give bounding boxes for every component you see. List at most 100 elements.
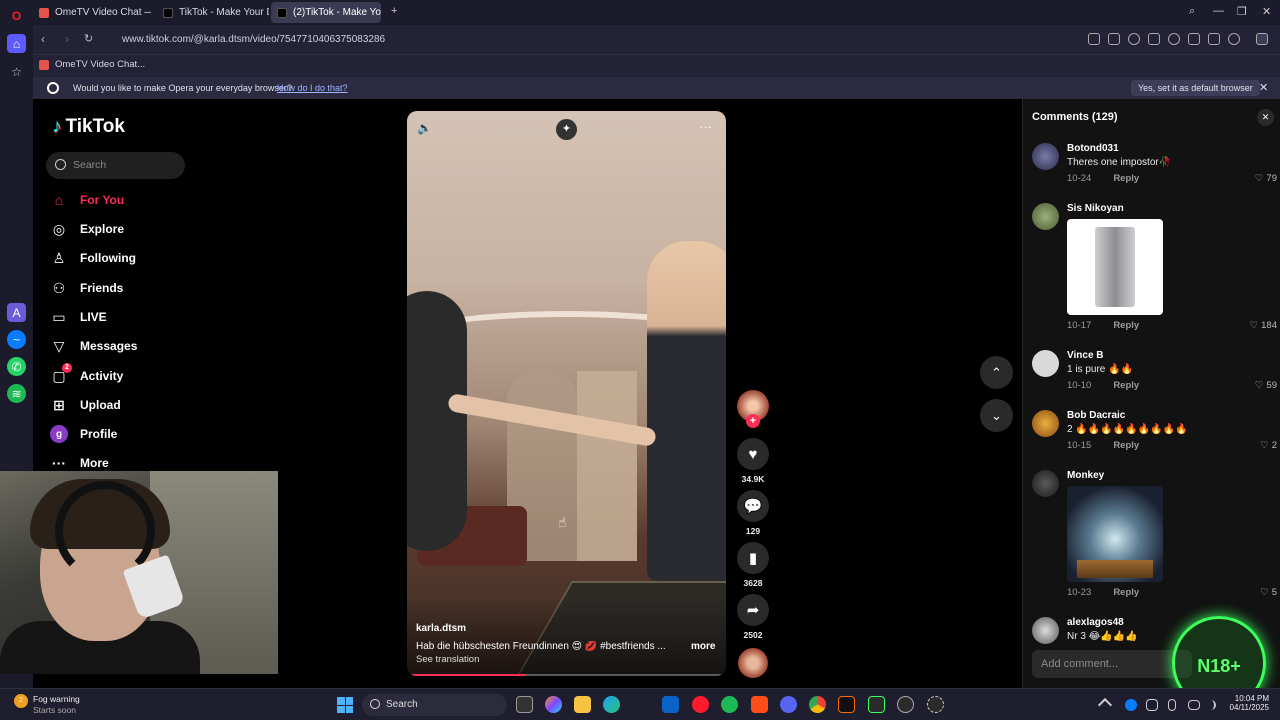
previous-video-button[interactable]: ⌃ (980, 356, 1013, 389)
comment-like-button[interactable]: ♡ 184 (1250, 320, 1277, 331)
reply-button[interactable]: Reply (1113, 173, 1139, 184)
save-button[interactable]: ▮ 3628 (737, 542, 769, 588)
copilot-icon[interactable] (545, 696, 562, 713)
effect-icon[interactable]: ✦ (556, 119, 577, 140)
weather-widget[interactable]: 2 Fog warning Starts soon (14, 694, 80, 715)
play-icon[interactable] (1148, 33, 1160, 45)
clock[interactable]: 10:04 PM 04/11/2025 (1224, 694, 1269, 712)
tab-ometv[interactable]: OmeTV Video Chat — Om (33, 2, 151, 23)
comment-username[interactable]: Botond031 (1067, 143, 1119, 154)
infobar-help-link[interactable]: How do I do that? (277, 83, 348, 93)
comment-like-button[interactable]: ♡ 5 (1260, 587, 1277, 598)
volume-icon[interactable]: 🔈 (417, 121, 432, 135)
reply-button[interactable]: Reply (1113, 320, 1139, 331)
refrigerator-image[interactable] (1067, 219, 1163, 315)
tab-tiktok-active[interactable]: (2)TikTok - Make Your (271, 2, 381, 23)
nav-for-you[interactable]: ⌂ For You (50, 189, 124, 211)
avatar[interactable] (1032, 410, 1059, 437)
shield-icon[interactable] (1128, 33, 1140, 45)
comment-like-button[interactable]: ♡ 79 (1255, 173, 1277, 184)
nav-following[interactable]: ♙ Following (50, 247, 136, 269)
nav-live[interactable]: ▭ LIVE (50, 306, 106, 328)
outlook-icon[interactable] (662, 696, 679, 713)
music-disc-icon[interactable] (738, 648, 768, 678)
add-comment-input[interactable]: Add comment... (1032, 650, 1192, 678)
url-field[interactable]: www.tiktok.com/@karla.dtsm/video/7547710… (122, 34, 385, 45)
follow-plus-icon[interactable]: + (746, 414, 760, 428)
nav-upload[interactable]: ⊞ Upload (50, 394, 121, 416)
nav-activity[interactable]: ▢ 2 Activity (50, 363, 123, 387)
reload-button[interactable]: ↻ (84, 32, 93, 45)
video-author[interactable]: karla.dtsm (416, 623, 466, 634)
tiktok-logo[interactable]: ♪ TikTok (52, 116, 125, 138)
new-tab-button[interactable]: + (391, 5, 397, 17)
avatar[interactable] (1032, 143, 1059, 170)
nav-messages[interactable]: ▽ Messages (50, 335, 138, 357)
close-icon[interactable]: ✕ (1259, 81, 1268, 94)
microphone-icon[interactable] (1168, 699, 1176, 711)
video-player[interactable]: 🔈 ✦ ··· ☝ karla.dtsm Hab die hübschesten… (407, 111, 726, 676)
whatsapp-icon[interactable]: ✆ (7, 357, 26, 376)
comment-username[interactable]: Vince B (1067, 350, 1104, 361)
opera-icon[interactable] (692, 696, 709, 713)
network-icon[interactable] (1188, 700, 1200, 710)
heart-icon[interactable] (1168, 33, 1180, 45)
profile-icon[interactable] (1228, 33, 1240, 45)
comment-username[interactable]: Sis Nikoyan (1067, 203, 1124, 214)
comment-button[interactable]: 💬 129 (737, 490, 769, 536)
comment-username[interactable]: Monkey (1067, 470, 1104, 481)
video-progress-bar[interactable] (407, 674, 726, 676)
extensions-icon[interactable] (1256, 33, 1268, 45)
settings-icon[interactable] (927, 696, 944, 713)
set-default-button[interactable]: Yes, set it as default browser (1131, 80, 1260, 96)
spotify-icon[interactable] (721, 696, 738, 713)
more-options-icon[interactable]: ··· (699, 119, 712, 134)
task-view-icon[interactable] (516, 696, 533, 713)
spotify-icon[interactable]: ≋ (7, 384, 26, 403)
windows-start-icon[interactable] (337, 697, 353, 713)
file-explorer-icon[interactable] (574, 696, 591, 713)
edit-icon[interactable] (1088, 33, 1100, 45)
minimize-button[interactable]: — (1213, 5, 1224, 17)
chevron-up-icon[interactable] (1097, 697, 1113, 713)
taskbar-search-input[interactable]: Search (362, 694, 507, 716)
nav-profile[interactable]: g Profile (50, 423, 117, 445)
reply-button[interactable]: Reply (1113, 587, 1139, 598)
tab-tiktok[interactable]: TikTok - Make Your Day (157, 2, 269, 23)
opera-logo-icon[interactable]: O (7, 6, 26, 25)
comment-username[interactable]: alexlagos48 (1067, 617, 1124, 628)
chrome-icon[interactable] (809, 696, 826, 713)
aria-icon[interactable]: A (7, 303, 26, 322)
search-tabs-icon[interactable]: ⌕ (1189, 5, 1195, 18)
share-button[interactable]: ➦ 2502 (737, 594, 769, 640)
app-icon[interactable] (751, 696, 768, 713)
tray-app-icon[interactable] (1146, 699, 1158, 711)
volume-icon[interactable] (1206, 700, 1216, 710)
comment-like-button[interactable]: ♡ 59 (1255, 380, 1277, 391)
menu-icon[interactable] (1208, 33, 1220, 45)
star-icon[interactable]: ☆ (7, 62, 26, 81)
tray-app-icon[interactable] (1125, 699, 1137, 711)
caption-more-button[interactable]: more (691, 641, 715, 652)
reply-button[interactable]: Reply (1113, 380, 1139, 391)
camera-icon[interactable] (1108, 33, 1120, 45)
nav-friends[interactable]: ⚇ Friends (50, 277, 124, 299)
avatar[interactable] (1032, 203, 1059, 230)
download-icon[interactable] (1188, 33, 1200, 45)
avatar[interactable] (1032, 470, 1059, 497)
back-button[interactable]: ‹ (41, 32, 45, 46)
nav-explore[interactable]: ◎ Explore (50, 218, 124, 240)
search-input[interactable]: Search (46, 152, 185, 179)
app-icon[interactable] (868, 696, 885, 713)
see-translation-link[interactable]: See translation (416, 654, 479, 665)
discord-icon[interactable] (780, 696, 797, 713)
forward-button[interactable]: › (65, 32, 69, 46)
bookmark-ometv[interactable]: OmeTV Video Chat... (39, 59, 145, 70)
avatar[interactable] (1032, 350, 1059, 377)
avatar[interactable] (1032, 617, 1059, 644)
close-icon[interactable]: ✕ (1257, 109, 1274, 126)
app-icon[interactable] (838, 696, 855, 713)
edge-icon[interactable] (603, 696, 620, 713)
comment-username[interactable]: Bob Dacraic (1067, 410, 1125, 421)
close-window-button[interactable]: ✕ (1262, 5, 1271, 18)
